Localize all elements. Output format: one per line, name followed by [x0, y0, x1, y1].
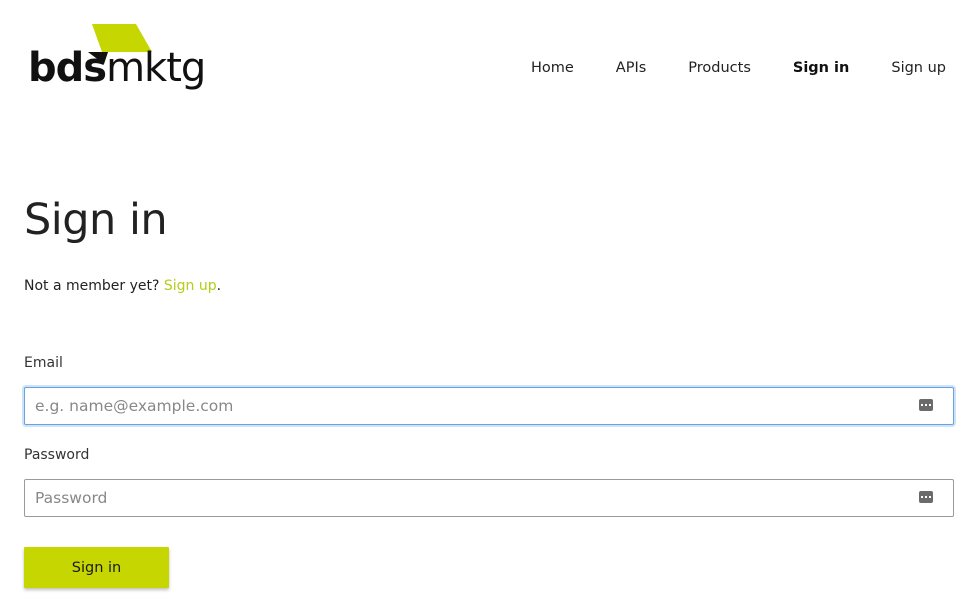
logo-wordmark-bold: bds: [28, 45, 107, 91]
password-label: Password: [24, 447, 90, 463]
email-label: Email: [24, 355, 63, 371]
nav-home[interactable]: Home: [531, 60, 574, 76]
nav-sign-up[interactable]: Sign up: [891, 60, 946, 76]
email-field-wrapper: [24, 387, 954, 425]
password-manager-icon[interactable]: [919, 491, 933, 503]
top-nav: Home APIs Products Sign in Sign up: [531, 60, 946, 76]
email-input[interactable]: [25, 388, 905, 424]
password-manager-icon[interactable]: [919, 399, 933, 411]
password-field-wrapper: [24, 479, 954, 517]
sign-in-button[interactable]: Sign in: [24, 547, 169, 588]
signup-link[interactable]: Sign up: [164, 278, 217, 294]
nav-sign-in[interactable]: Sign in: [793, 60, 849, 76]
signup-prompt: Not a member yet? Sign up.: [24, 278, 221, 294]
bdsmktg-logo[interactable]: bdsmktg: [28, 22, 208, 106]
page-title: Sign in: [24, 195, 168, 245]
logo-wordmark: bdsmktg: [28, 45, 206, 91]
signup-prompt-suffix: .: [216, 278, 222, 294]
logo-wordmark-light: mktg: [106, 45, 206, 91]
sign-in-page: bdsmktg Home APIs Products Sign in Sign …: [0, 0, 964, 606]
nav-products[interactable]: Products: [688, 60, 751, 76]
nav-apis[interactable]: APIs: [616, 60, 647, 76]
signup-prompt-text: Not a member yet?: [24, 278, 164, 294]
password-input[interactable]: [25, 480, 905, 516]
